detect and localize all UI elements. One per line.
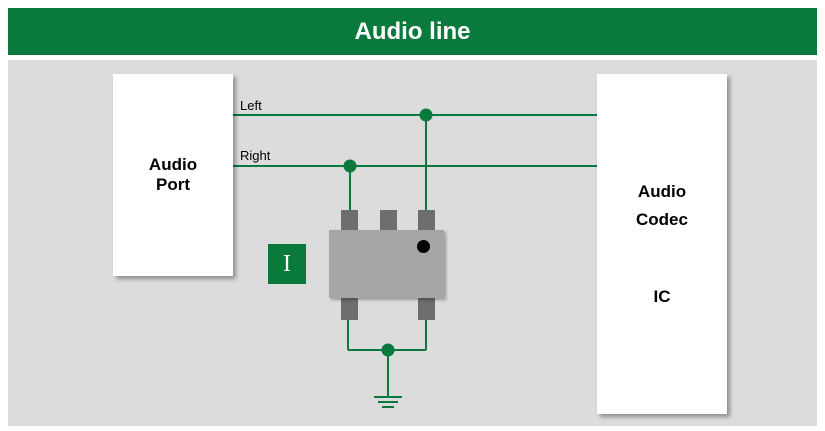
right-wire-label: Right bbox=[240, 148, 271, 163]
chip-pin-top-1 bbox=[341, 210, 358, 230]
audio-port-box: Audio Port bbox=[113, 74, 233, 276]
pin1-indicator-dot bbox=[417, 240, 430, 253]
chip-pin-top-3 bbox=[418, 210, 435, 230]
protection-ic-chip bbox=[329, 230, 444, 298]
component-badge: I bbox=[268, 244, 306, 284]
junction-dot-right bbox=[343, 159, 357, 173]
codec-label-line3: IC bbox=[653, 287, 671, 306]
left-wire-label: Left bbox=[240, 98, 262, 113]
chip-pin-bottom-1 bbox=[341, 298, 358, 320]
audio-port-label-line2: Port bbox=[156, 175, 190, 194]
codec-label-line2: Codec bbox=[636, 210, 688, 229]
audio-codec-box: Audio Codec IC bbox=[597, 74, 727, 414]
junction-dot-ground bbox=[381, 343, 395, 357]
codec-label-line1: Audio bbox=[637, 182, 687, 201]
chip-pin-top-2 bbox=[380, 210, 397, 230]
audio-port-label-line1: Audio bbox=[148, 155, 198, 174]
junction-dot-left bbox=[419, 108, 433, 122]
chip-pin-bottom-2 bbox=[418, 298, 435, 320]
